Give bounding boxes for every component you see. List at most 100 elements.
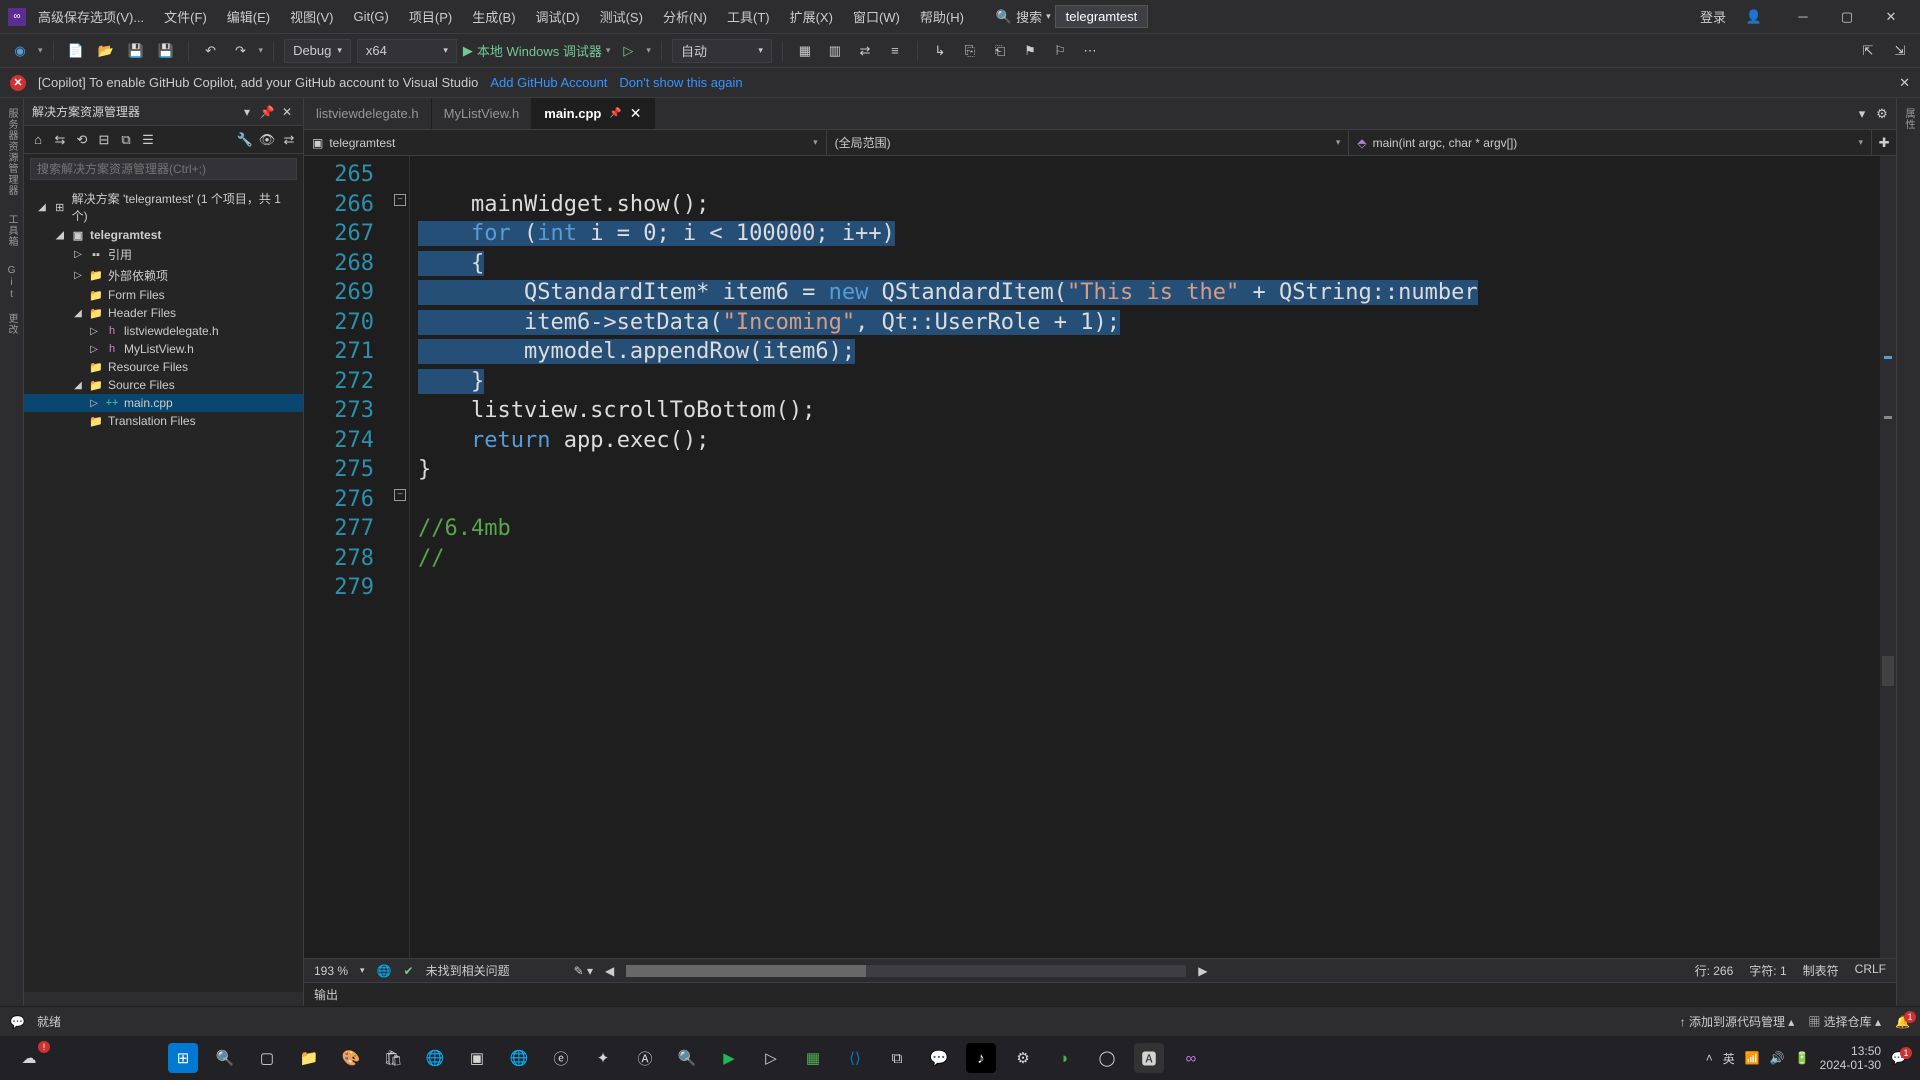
source-node[interactable]: ◢📁Source Files	[24, 376, 303, 394]
edge-icon[interactable]: 🌐	[504, 1043, 534, 1073]
menu-debug[interactable]: 调试(D)	[528, 3, 588, 30]
start-debug-button[interactable]: ▶ 本地 Windows 调试器 ▾	[463, 41, 611, 60]
line-indicator[interactable]: 行: 266	[1695, 962, 1734, 979]
st-sync[interactable]: ⟲	[74, 132, 90, 148]
vscode-icon[interactable]: ⟨⟩	[840, 1043, 870, 1073]
vs-icon[interactable]: ∞	[1176, 1043, 1206, 1073]
rail-toolbox[interactable]: 工具箱	[4, 214, 19, 247]
fold-toggle-276[interactable]: −	[394, 489, 406, 501]
platform-combo[interactable]: x64▾	[357, 39, 457, 63]
dont-show-link[interactable]: Don't show this again	[619, 75, 742, 90]
project-node[interactable]: ◢▣telegramtest	[24, 226, 303, 244]
st-showall[interactable]: ☰	[140, 132, 156, 148]
code-editor[interactable]: 2652662672682692702712722732742752762772…	[304, 156, 1896, 958]
app-icon-6[interactable]: ▷	[756, 1043, 786, 1073]
infobar-close[interactable]: ✕	[1899, 75, 1910, 91]
maximize-button[interactable]: ▢	[1826, 2, 1868, 32]
menu-tools[interactable]: 工具(T)	[719, 3, 778, 30]
st-preview[interactable]: 👁	[259, 132, 275, 148]
undo-button[interactable]: ↶	[199, 39, 223, 63]
ie-icon[interactable]: ⓔ	[546, 1043, 576, 1073]
source-control-status[interactable]: ↑ 添加到源代码管理 ▴	[1680, 1013, 1795, 1030]
tb-a[interactable]: ▦	[793, 39, 817, 63]
header-file-1[interactable]: ▷hlistviewdelegate.h	[24, 322, 303, 340]
st-prop[interactable]: 🔧	[237, 132, 253, 148]
st-collapse[interactable]: ⊟	[96, 132, 112, 148]
battery-icon[interactable]: 🔋	[1795, 1051, 1810, 1065]
app-icon-10[interactable]: ◯	[1092, 1043, 1122, 1073]
wechat-icon[interactable]: 💬	[924, 1043, 954, 1073]
close-button[interactable]: ✕	[1870, 2, 1912, 32]
nav-scope[interactable]: (全局范围)▾	[827, 130, 1350, 155]
app-icon-9[interactable]: ◗	[1050, 1043, 1080, 1073]
chevron-down-icon[interactable]: ▾	[646, 45, 651, 56]
col-indicator[interactable]: 字符: 1	[1749, 962, 1786, 979]
fold-toggle-266[interactable]: −	[394, 194, 406, 206]
menu-project[interactable]: 项目(P)	[401, 3, 460, 30]
notifications-button[interactable]: 🔔1	[1895, 1015, 1910, 1029]
app-icon-5[interactable]: 🔍	[672, 1043, 702, 1073]
tb-d[interactable]: ≡	[883, 39, 907, 63]
redo-button[interactable]: ↷	[229, 39, 253, 63]
tab-mylistview[interactable]: MyListView.h	[432, 98, 533, 129]
menu-edit[interactable]: 编辑(E)	[219, 3, 278, 30]
output-panel-header[interactable]: 输出	[304, 982, 1896, 1006]
ext-node[interactable]: ▷📁外部依赖项	[24, 265, 303, 286]
solution-root[interactable]: ◢⊞解决方案 'telegramtest' (1 个项目，共 1 个)	[24, 188, 303, 226]
start-button[interactable]: ⊞	[168, 1043, 198, 1073]
new-button[interactable]: 📄	[64, 39, 88, 63]
chrome-icon[interactable]: 🌐	[420, 1043, 450, 1073]
globe-icon[interactable]: 🌐	[377, 964, 392, 978]
translation-node[interactable]: 📁Translation Files	[24, 412, 303, 430]
tb-f[interactable]: ⎘	[958, 39, 982, 63]
brush-icon[interactable]: ✎ ▾	[574, 964, 593, 978]
app-icon-8[interactable]: ⧉	[882, 1043, 912, 1073]
rail-git-changes[interactable]: Git 更改	[4, 265, 19, 335]
editor-hscroll[interactable]	[626, 965, 1186, 977]
wifi-icon[interactable]: 📶	[1745, 1051, 1760, 1065]
editor-vscroll[interactable]	[1880, 156, 1896, 958]
search-box[interactable]: 🔍 搜索 ▾	[996, 7, 1051, 26]
tiktok-icon[interactable]: ♪	[966, 1043, 996, 1073]
menu-build[interactable]: 生成(B)	[464, 3, 523, 30]
main-cpp-file[interactable]: ▷++main.cpp	[24, 394, 303, 412]
tb-g[interactable]: ⎗	[988, 39, 1012, 63]
zoom-level[interactable]: 193 %	[314, 964, 348, 978]
explorer-icon[interactable]: 📁	[294, 1043, 324, 1073]
onedrive-tray[interactable]: ☁!	[14, 1043, 44, 1073]
app-icon-7[interactable]: ▦	[798, 1043, 828, 1073]
comment-icon[interactable]: 💬	[10, 1015, 25, 1029]
menu-file[interactable]: 文件(F)	[156, 3, 215, 30]
ime-indicator[interactable]: 英	[1723, 1050, 1735, 1067]
menu-git[interactable]: Git(G)	[345, 5, 396, 28]
panel-dropdown[interactable]: ▾	[239, 104, 255, 120]
nav-function[interactable]: ⬘main(int argc, char * argv[])▾	[1349, 130, 1872, 155]
header-file-2[interactable]: ▷hMyListView.h	[24, 340, 303, 358]
refs-node[interactable]: ▷▪▪引用	[24, 244, 303, 265]
tb-j[interactable]: ⋯	[1078, 39, 1102, 63]
tray-expand[interactable]: ˄	[1706, 1051, 1713, 1065]
title-prefix[interactable]: 高级保存选项(V)...	[30, 3, 152, 30]
task-view[interactable]: ▢	[252, 1043, 282, 1073]
scroll-left[interactable]: ◀	[605, 964, 614, 978]
chevron-down-icon[interactable]: ▾	[360, 965, 365, 976]
panel-close[interactable]: ✕	[279, 104, 295, 120]
add-github-link[interactable]: Add GitHub Account	[490, 75, 607, 90]
open-button[interactable]: 📂	[94, 39, 118, 63]
app-icon-4[interactable]: Ⓐ	[630, 1043, 660, 1073]
action-center[interactable]: 💬1	[1891, 1051, 1906, 1065]
chevron-down-icon[interactable]: ▾	[259, 45, 264, 56]
st-copy[interactable]: ⧉	[118, 132, 134, 148]
tabs-settings[interactable]: ⚙	[1874, 106, 1890, 122]
nav-add[interactable]: ✚	[1872, 135, 1896, 151]
minimize-button[interactable]: ─	[1782, 2, 1824, 32]
panel-pin[interactable]: 📌	[259, 104, 275, 120]
st-home[interactable]: ⌂	[30, 132, 46, 148]
menu-help[interactable]: 帮助(H)	[912, 3, 972, 30]
st-switch[interactable]: ⇆	[52, 132, 68, 148]
pin-icon[interactable]: 📌	[609, 108, 621, 119]
search-button[interactable]: 🔍	[210, 1043, 240, 1073]
start-no-debug-button[interactable]: ▷	[616, 39, 640, 63]
indent-indicator[interactable]: 制表符	[1803, 962, 1839, 979]
clock[interactable]: 13:50 2024-01-30	[1820, 1044, 1881, 1072]
